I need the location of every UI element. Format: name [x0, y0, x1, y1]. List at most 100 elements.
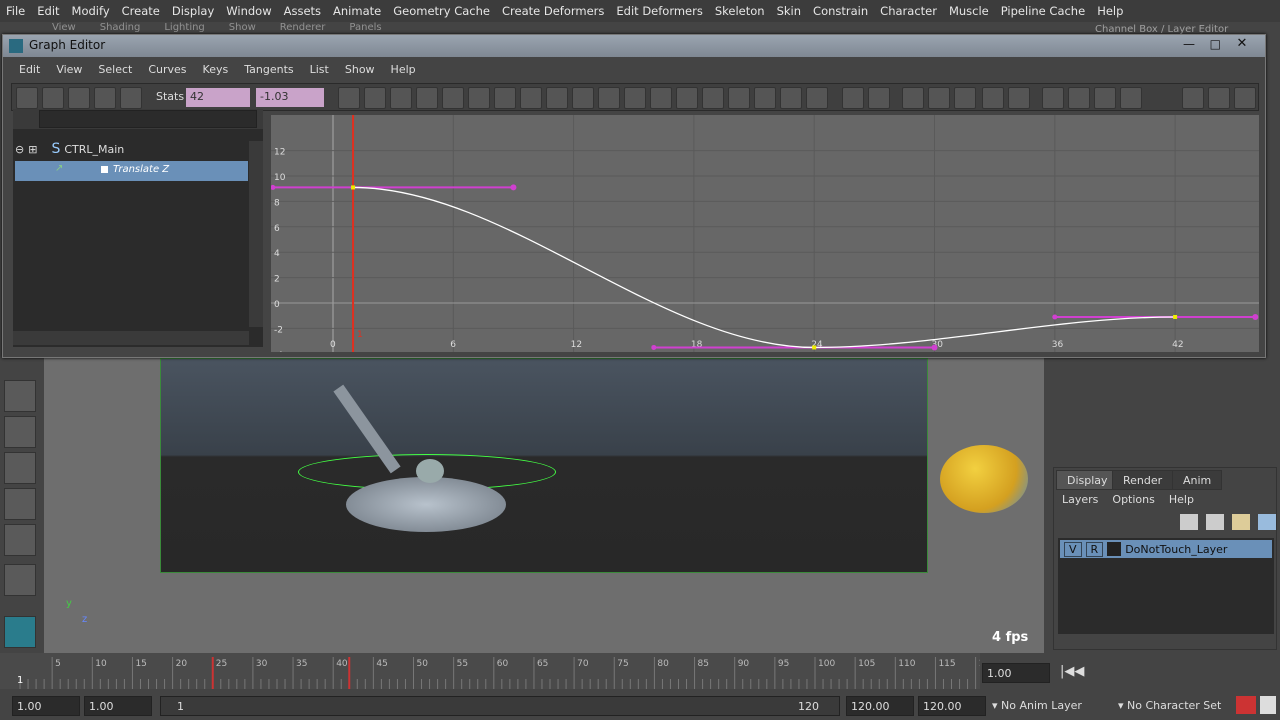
character-set-dropdown[interactable]: ▾ No Character Set: [1118, 699, 1221, 712]
layer-color-swatch[interactable]: [1107, 542, 1122, 556]
toolbar-tool-icon[interactable]: [650, 87, 672, 109]
go-to-start-button[interactable]: |◀◀: [1060, 664, 1084, 679]
menu-options[interactable]: Options: [1112, 493, 1154, 506]
menu-help[interactable]: Help: [1091, 0, 1129, 22]
menu-edit[interactable]: Edit: [31, 0, 65, 22]
title-bar[interactable]: Graph Editor — □ ✕: [3, 35, 1265, 57]
tangent-handle-point[interactable]: [510, 184, 517, 191]
keyframe[interactable]: [351, 185, 356, 190]
toolbar-tool-icon[interactable]: [598, 87, 620, 109]
menu-help[interactable]: Help: [1169, 493, 1194, 506]
toolbar-tool-icon[interactable]: [16, 87, 38, 109]
toolbar-tool-icon[interactable]: [416, 87, 438, 109]
tangent-handle-point[interactable]: [1052, 314, 1058, 320]
menu-muscle[interactable]: Muscle: [943, 0, 995, 22]
object-name[interactable]: CTRL_Main: [64, 143, 124, 156]
menu-pipeline-cache[interactable]: Pipeline Cache: [995, 0, 1091, 22]
render-toggle[interactable]: R: [1085, 541, 1104, 557]
toolbar-tool-icon[interactable]: [842, 87, 864, 109]
minimize-button[interactable]: —: [1183, 37, 1195, 51]
menu-skeleton[interactable]: Skeleton: [709, 0, 771, 22]
menu-animate[interactable]: Animate: [327, 0, 387, 22]
ge-menu-list[interactable]: List: [302, 63, 337, 76]
start-time-field[interactable]: 1.00: [12, 696, 80, 716]
toolbar-tool-icon[interactable]: [520, 87, 542, 109]
toolbar-tool-icon[interactable]: [1042, 87, 1064, 109]
collapse-icon[interactable]: ⊖: [15, 143, 24, 156]
toolbar-tool-icon[interactable]: [468, 87, 490, 109]
ge-menu-keys[interactable]: Keys: [195, 63, 237, 76]
menu-file[interactable]: File: [0, 0, 31, 22]
close-button[interactable]: ✕: [1227, 36, 1257, 51]
toolbar-tool-icon[interactable]: [754, 87, 776, 109]
toolbar-tool-icon[interactable]: [94, 87, 116, 109]
ge-menu-view[interactable]: View: [48, 63, 90, 76]
current-time-field[interactable]: 1.00: [982, 663, 1050, 683]
stat-frame-field[interactable]: 42: [186, 88, 250, 107]
menu-modify[interactable]: Modify: [66, 0, 116, 22]
tab-anim[interactable]: Anim: [1172, 470, 1223, 490]
collapse-icon[interactable]: [4, 564, 36, 596]
layer-light-icon[interactable]: [1232, 514, 1250, 530]
toolbar-tool-icon[interactable]: [390, 87, 412, 109]
end-time-field[interactable]: 120.00: [918, 696, 986, 716]
menu-constrain[interactable]: Constrain: [807, 0, 874, 22]
keyframe[interactable]: [1173, 314, 1178, 319]
menu-create[interactable]: Create: [116, 0, 166, 22]
auto-key-button[interactable]: [1236, 696, 1256, 714]
layer-sphere-icon[interactable]: [1258, 514, 1276, 530]
ge-menu-show[interactable]: Show: [337, 63, 383, 76]
new-layer-selected-icon[interactable]: [1206, 514, 1224, 530]
toolbar-tool-icon[interactable]: [1094, 87, 1116, 109]
menu-display[interactable]: Display: [166, 0, 220, 22]
toolbar-tool-icon[interactable]: [494, 87, 516, 109]
toolbar-tool-icon[interactable]: [676, 87, 698, 109]
ge-menu-help[interactable]: Help: [383, 63, 424, 76]
tangent-handle-point[interactable]: [651, 344, 657, 350]
menu-layers[interactable]: Layers: [1062, 493, 1098, 506]
ge-menu-select[interactable]: Select: [90, 63, 140, 76]
tangent-handle-point[interactable]: [271, 184, 276, 190]
graph-area[interactable]: 121086420-2-4061218243036421: [271, 115, 1259, 352]
menu-skin[interactable]: Skin: [771, 0, 807, 22]
toolbar-tool-icon[interactable]: [868, 87, 890, 109]
tangent-handle-point[interactable]: [931, 344, 938, 351]
preferences-button[interactable]: [1260, 696, 1276, 714]
outliner-filter-input[interactable]: [39, 110, 257, 128]
toolbar-tool-icon[interactable]: [1234, 87, 1256, 109]
menu-window[interactable]: Window: [220, 0, 277, 22]
toolbar-tool-icon[interactable]: [572, 87, 594, 109]
toolbar-tool-icon[interactable]: [780, 87, 802, 109]
visibility-toggle[interactable]: V: [1064, 541, 1082, 557]
toolbar-tool-icon[interactable]: [120, 87, 142, 109]
toolbar-tool-icon[interactable]: [1208, 87, 1230, 109]
layout-icon[interactable]: [4, 452, 36, 484]
toolbar-tool-icon[interactable]: [1068, 87, 1090, 109]
toolbar-tool-icon[interactable]: [1008, 87, 1030, 109]
stat-value-field[interactable]: -1.03: [256, 88, 324, 107]
toolbar-tool-icon[interactable]: [1182, 87, 1204, 109]
toolbar-tool-icon[interactable]: [806, 87, 828, 109]
ge-menu-edit[interactable]: Edit: [11, 63, 48, 76]
outliner-hscrollbar[interactable]: [13, 331, 249, 345]
attribute-row[interactable]: ↗ Translate Z: [15, 161, 248, 181]
tab-render[interactable]: Render: [1112, 470, 1174, 490]
menu-assets[interactable]: Assets: [278, 0, 327, 22]
new-layer-icon[interactable]: [1180, 514, 1198, 530]
anim-layer-dropdown[interactable]: ▾ No Anim Layer: [992, 699, 1082, 712]
menu-edit-deformers[interactable]: Edit Deformers: [610, 0, 708, 22]
ge-menu-curves[interactable]: Curves: [140, 63, 194, 76]
animation-curve[interactable]: [353, 186, 1176, 349]
tab-display[interactable]: Display: [1056, 470, 1119, 490]
toolbar-tool-icon[interactable]: [442, 87, 464, 109]
maximize-button[interactable]: □: [1210, 37, 1221, 51]
layout-icon[interactable]: [4, 488, 36, 520]
toolbar-tool-icon[interactable]: [338, 87, 360, 109]
range-slider[interactable]: 1 120: [160, 696, 840, 716]
time-slider[interactable]: 5 10 15 20 25 30 35 40 45 50 55 60 65 70 75 80 85 90 95 100…: [0, 653, 990, 689]
toolbar-tool-icon[interactable]: [42, 87, 64, 109]
outliner-scrollbar[interactable]: [249, 141, 263, 327]
menu-geometry-cache[interactable]: Geometry Cache: [387, 0, 496, 22]
toolbar-tool-icon[interactable]: [68, 87, 90, 109]
ge-menu-tangents[interactable]: Tangents: [236, 63, 301, 76]
